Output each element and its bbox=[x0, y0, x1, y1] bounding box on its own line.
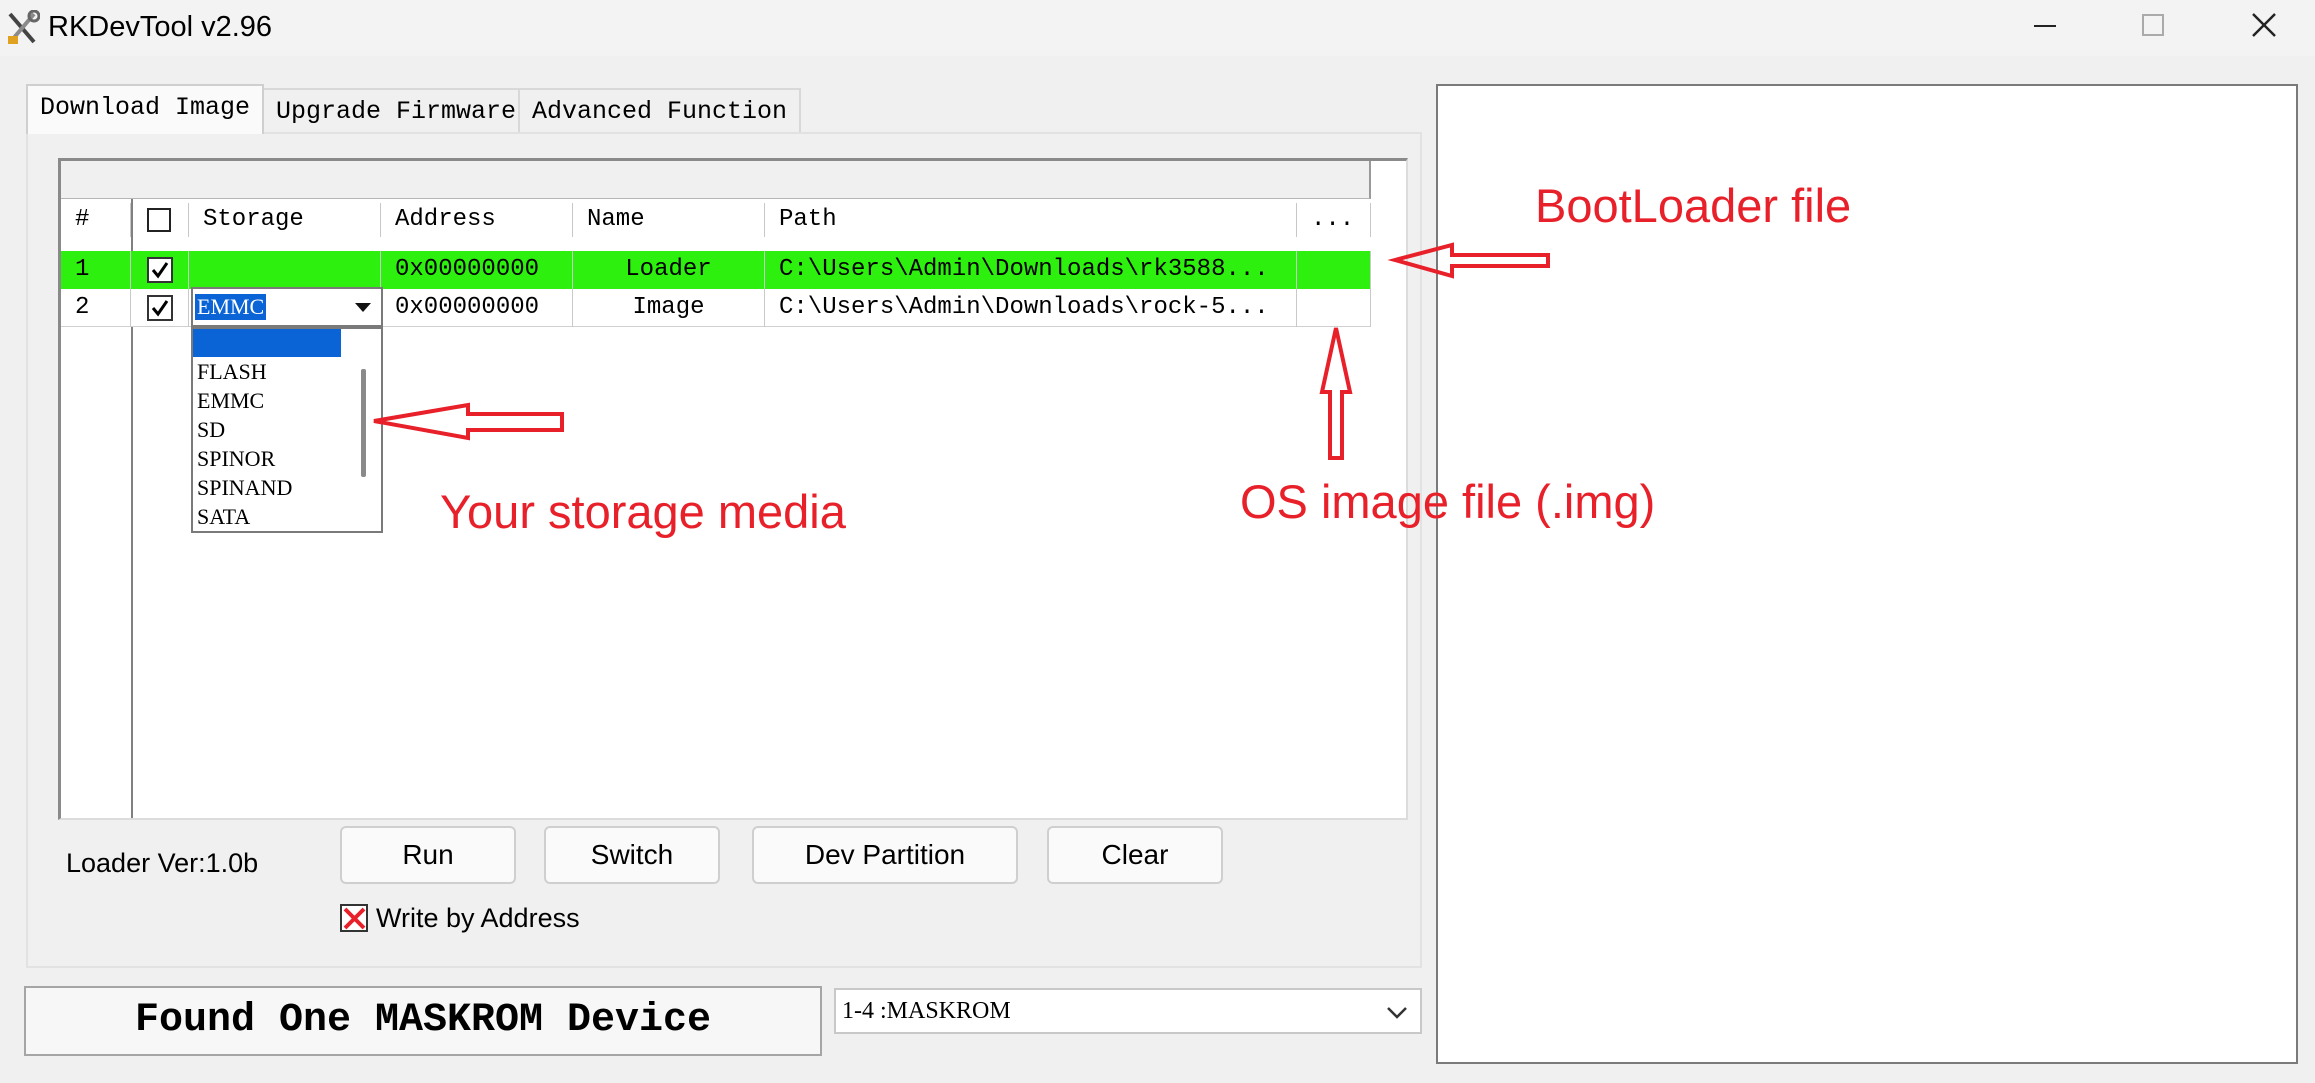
tools-icon bbox=[6, 9, 41, 46]
option-highlight bbox=[193, 329, 341, 357]
annotation-storage-media: Your storage media bbox=[440, 485, 846, 538]
header-number[interactable]: # bbox=[61, 203, 131, 237]
row-checkbox[interactable] bbox=[147, 295, 173, 321]
maximize-icon bbox=[2142, 14, 2164, 36]
row-browse-button[interactable] bbox=[1297, 289, 1371, 327]
checkmark-icon bbox=[151, 262, 169, 279]
options-scrollbar[interactable] bbox=[361, 369, 366, 477]
device-select[interactable]: 1-4 :MASKROM bbox=[834, 988, 1422, 1034]
row-name[interactable]: Loader bbox=[573, 251, 765, 289]
write-by-address-checkbox[interactable] bbox=[340, 904, 368, 932]
row-storage[interactable] bbox=[189, 251, 381, 289]
row-path[interactable]: C:\Users\Admin\Downloads\rock-5... bbox=[765, 289, 1297, 327]
dev-partition-button[interactable]: Dev Partition bbox=[752, 826, 1018, 884]
clear-button[interactable]: Clear bbox=[1047, 826, 1223, 884]
row-address[interactable]: 0x00000000 bbox=[381, 289, 573, 327]
storage-select-value: EMMC bbox=[195, 294, 267, 320]
row-number: 2 bbox=[61, 289, 131, 327]
row-path[interactable]: C:\Users\Admin\Downloads\rk3588... bbox=[765, 251, 1297, 289]
title-bar bbox=[0, 0, 2315, 56]
row-name[interactable]: Image bbox=[573, 289, 765, 327]
row-checkbox-cell bbox=[131, 251, 189, 289]
select-all-checkbox[interactable] bbox=[147, 208, 171, 232]
header-path[interactable]: Path bbox=[765, 203, 1297, 237]
maximize-button[interactable] bbox=[2118, 0, 2188, 52]
close-icon bbox=[2252, 13, 2276, 37]
tab-advanced-function[interactable]: Advanced Function bbox=[518, 88, 802, 132]
header-name[interactable]: Name bbox=[573, 203, 765, 237]
dropdown-arrow-icon[interactable] bbox=[343, 289, 383, 325]
close-button[interactable] bbox=[2228, 0, 2298, 52]
storage-option-flash[interactable]: FLASH bbox=[197, 357, 267, 386]
storage-option-sata[interactable]: SATA bbox=[197, 502, 250, 531]
header-more[interactable]: ... bbox=[1297, 203, 1371, 237]
status-message: Found One MASKROM Device bbox=[134, 998, 712, 1043]
storage-options-list[interactable]: FLASH EMMC SD SPINOR SPINAND SATA bbox=[191, 327, 383, 533]
minimize-button[interactable] bbox=[2010, 0, 2080, 52]
minimize-icon bbox=[2034, 25, 2056, 27]
table-row[interactable]: 1 0x00000000 Loader C:\Users\Admin\Downl… bbox=[61, 251, 1371, 289]
status-bar: Found One MASKROM Device bbox=[24, 986, 822, 1056]
checkmark-icon bbox=[151, 300, 169, 317]
switch-button[interactable]: Switch bbox=[544, 826, 720, 884]
list-toolbar bbox=[61, 161, 1371, 199]
tab-download-image[interactable]: Download Image bbox=[26, 84, 265, 134]
storage-option-sd[interactable]: SD bbox=[197, 415, 225, 444]
storage-option-emmc[interactable]: EMMC bbox=[197, 386, 264, 415]
device-select-value: 1-4 :MASKROM bbox=[842, 998, 1011, 1024]
row-checkbox[interactable] bbox=[147, 257, 173, 283]
header-address[interactable]: Address bbox=[381, 203, 573, 237]
write-by-address-label[interactable]: Write by Address bbox=[376, 903, 580, 934]
header-storage[interactable]: Storage bbox=[189, 203, 381, 237]
loader-version: Loader Ver:1.0b bbox=[66, 848, 259, 878]
chevron-down-icon[interactable] bbox=[1382, 1000, 1412, 1024]
header-select-all[interactable] bbox=[131, 203, 189, 237]
storage-option-spinand[interactable]: SPINAND bbox=[197, 473, 292, 502]
row-checkbox-cell bbox=[131, 289, 189, 327]
red-cross-icon bbox=[343, 907, 366, 930]
row-number: 1 bbox=[61, 251, 131, 289]
annotation-os-image: OS image file (.img) bbox=[1240, 475, 1656, 528]
storage-select[interactable]: EMMC bbox=[191, 287, 383, 327]
window-title: RKDevTool v2.96 bbox=[48, 11, 273, 43]
tab-upgrade-firmware[interactable]: Upgrade Firmware bbox=[262, 88, 531, 132]
run-button[interactable]: Run bbox=[340, 826, 516, 884]
storage-option-spinor[interactable]: SPINOR bbox=[197, 444, 275, 473]
row-browse-button[interactable] bbox=[1297, 251, 1371, 289]
row-address[interactable]: 0x00000000 bbox=[381, 251, 573, 289]
annotation-bootloader: BootLoader file bbox=[1535, 179, 1852, 232]
